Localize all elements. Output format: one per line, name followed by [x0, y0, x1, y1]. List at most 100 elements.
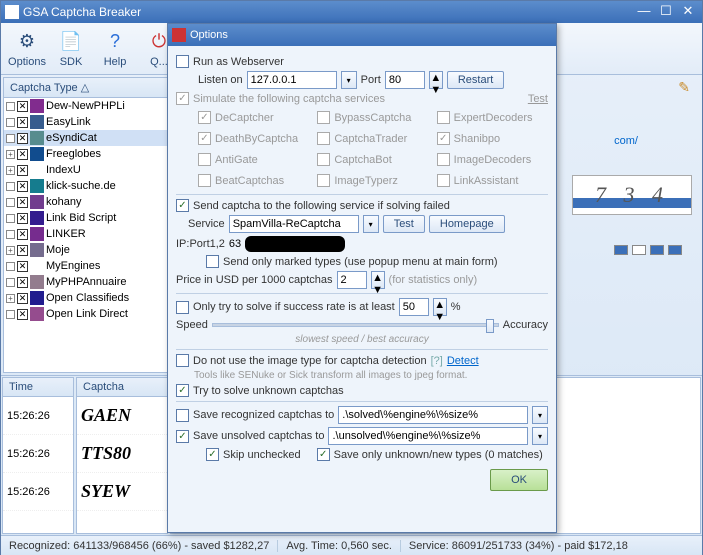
expander-icon[interactable]: [6, 262, 15, 271]
tree-item[interactable]: ✕kohany: [4, 194, 167, 210]
success-spinner[interactable]: ▲▼: [433, 298, 447, 316]
test-link[interactable]: Test: [528, 93, 548, 105]
minimize-button[interactable]: —: [634, 4, 654, 20]
tree-checkbox[interactable]: ✕: [17, 181, 28, 192]
captchabot-checkbox[interactable]: [317, 153, 330, 166]
decaptcher-checkbox[interactable]: ✓: [198, 111, 211, 124]
save-unsolved-path-input[interactable]: [328, 427, 528, 445]
tree-checkbox[interactable]: ✕: [17, 165, 28, 176]
ok-button[interactable]: OK: [490, 469, 548, 491]
tree-checkbox[interactable]: ✕: [17, 149, 28, 160]
tree-item[interactable]: ✕LINKER: [4, 226, 167, 242]
expander-icon[interactable]: [6, 118, 15, 127]
tree-checkbox[interactable]: ✕: [17, 293, 28, 304]
close-button[interactable]: ✕: [678, 4, 698, 20]
sdk-toolbutton[interactable]: 📄SDK: [49, 25, 93, 72]
homepage-button[interactable]: Homepage: [429, 215, 505, 233]
expander-icon[interactable]: +: [6, 246, 15, 255]
tree-checkbox[interactable]: ✕: [17, 197, 28, 208]
options-toolbutton[interactable]: ⚙Options: [5, 25, 49, 72]
send-marked-checkbox[interactable]: [206, 255, 219, 268]
expander-icon[interactable]: +: [6, 150, 15, 159]
save-recognized-dropdown[interactable]: ▾: [532, 406, 548, 424]
only-success-checkbox[interactable]: [176, 301, 189, 314]
tree-checkbox[interactable]: ✕: [17, 229, 28, 240]
listen-ip-input[interactable]: [247, 71, 337, 89]
port-spinner[interactable]: ▲▼: [429, 71, 443, 89]
send-failed-checkbox[interactable]: ✓: [176, 199, 189, 212]
expander-icon[interactable]: [6, 134, 15, 143]
tree-checkbox[interactable]: ✕: [17, 133, 28, 144]
tree-item[interactable]: +✕IndexU: [4, 162, 167, 178]
imgdec-checkbox[interactable]: [437, 153, 450, 166]
no-image-type-checkbox[interactable]: [176, 354, 189, 367]
expander-icon[interactable]: [6, 102, 15, 111]
tree-checkbox[interactable]: ✕: [17, 309, 28, 320]
tree-item[interactable]: ✕MyPHPAnnuaire: [4, 274, 167, 290]
service-select[interactable]: [229, 215, 359, 233]
typerz-checkbox[interactable]: [317, 174, 330, 187]
shanibpo-checkbox[interactable]: ✓: [437, 132, 450, 145]
save-only-unknown-checkbox[interactable]: ✓: [317, 448, 330, 461]
save-unsolved-checkbox[interactable]: ✓: [176, 430, 189, 443]
tree-checkbox[interactable]: ✕: [17, 261, 28, 272]
run-webserver-checkbox[interactable]: [176, 55, 189, 68]
expander-icon[interactable]: [6, 310, 15, 319]
edit-icon[interactable]: ✎: [678, 79, 690, 96]
bypass-checkbox[interactable]: [317, 111, 330, 124]
ip-dropdown[interactable]: ▾: [341, 71, 357, 89]
maximize-button[interactable]: ☐: [656, 4, 676, 20]
tree-item[interactable]: +✕Open Classifieds: [4, 290, 167, 306]
expander-icon[interactable]: +: [6, 294, 15, 303]
captcha-type-tree[interactable]: Captcha Type △ ✕Dew-NewPHPLi ✕EasyLink ✕…: [3, 77, 168, 373]
tree-item[interactable]: ✕eSyndiCat: [4, 130, 167, 146]
expander-icon[interactable]: [6, 278, 15, 287]
skip-unchecked-checkbox[interactable]: ✓: [206, 448, 219, 461]
swatch[interactable]: [650, 245, 664, 255]
expander-icon[interactable]: +: [6, 166, 15, 175]
try-unknown-checkbox[interactable]: ✓: [176, 384, 189, 397]
tree-checkbox[interactable]: ✕: [17, 277, 28, 288]
tree-checkbox[interactable]: ✕: [17, 117, 28, 128]
help-hint-icon[interactable]: [?]: [431, 355, 443, 367]
price-spinner[interactable]: ▲▼: [371, 271, 385, 289]
tree-item[interactable]: ✕MyEngines: [4, 258, 167, 274]
help-toolbutton[interactable]: ?Help: [93, 25, 137, 72]
captcha-header[interactable]: Captcha: [77, 378, 167, 397]
tree-checkbox[interactable]: ✕: [17, 245, 28, 256]
tree-item[interactable]: +✕Freeglobes: [4, 146, 167, 162]
time-header[interactable]: Time: [3, 378, 73, 397]
simulate-checkbox[interactable]: ✓: [176, 92, 189, 105]
tree-checkbox[interactable]: ✕: [17, 101, 28, 112]
trader-checkbox[interactable]: [317, 132, 330, 145]
swatch[interactable]: [668, 245, 682, 255]
save-recognized-path-input[interactable]: [338, 406, 528, 424]
linkass-checkbox[interactable]: [437, 174, 450, 187]
speed-accuracy-slider[interactable]: [212, 323, 499, 327]
save-unsolved-dropdown[interactable]: ▾: [532, 427, 548, 445]
slider-thumb[interactable]: [486, 319, 494, 333]
expert-checkbox[interactable]: [437, 111, 450, 124]
expander-icon[interactable]: [6, 230, 15, 239]
dbc-checkbox[interactable]: ✓: [198, 132, 211, 145]
tree-item[interactable]: ✕Open Link Direct: [4, 306, 167, 322]
tree-checkbox[interactable]: ✕: [17, 213, 28, 224]
tree-header[interactable]: Captcha Type △: [4, 78, 167, 98]
expander-icon[interactable]: [6, 182, 15, 191]
detect-link[interactable]: Detect: [447, 355, 479, 367]
save-recognized-checkbox[interactable]: [176, 409, 189, 422]
swatch[interactable]: [632, 245, 646, 255]
external-link[interactable]: com/: [614, 135, 638, 147]
tree-item[interactable]: ✕EasyLink: [4, 114, 167, 130]
antigate-checkbox[interactable]: [198, 153, 211, 166]
tree-item[interactable]: +✕Moje: [4, 242, 167, 258]
success-rate-input[interactable]: [399, 298, 429, 316]
restart-button[interactable]: Restart: [447, 71, 504, 89]
expander-icon[interactable]: [6, 214, 15, 223]
price-input[interactable]: [337, 271, 367, 289]
test-button[interactable]: Test: [383, 215, 425, 233]
swatch[interactable]: [614, 245, 628, 255]
beat-checkbox[interactable]: [198, 174, 211, 187]
tree-item[interactable]: ✕Link Bid Script: [4, 210, 167, 226]
port-input[interactable]: [385, 71, 425, 89]
